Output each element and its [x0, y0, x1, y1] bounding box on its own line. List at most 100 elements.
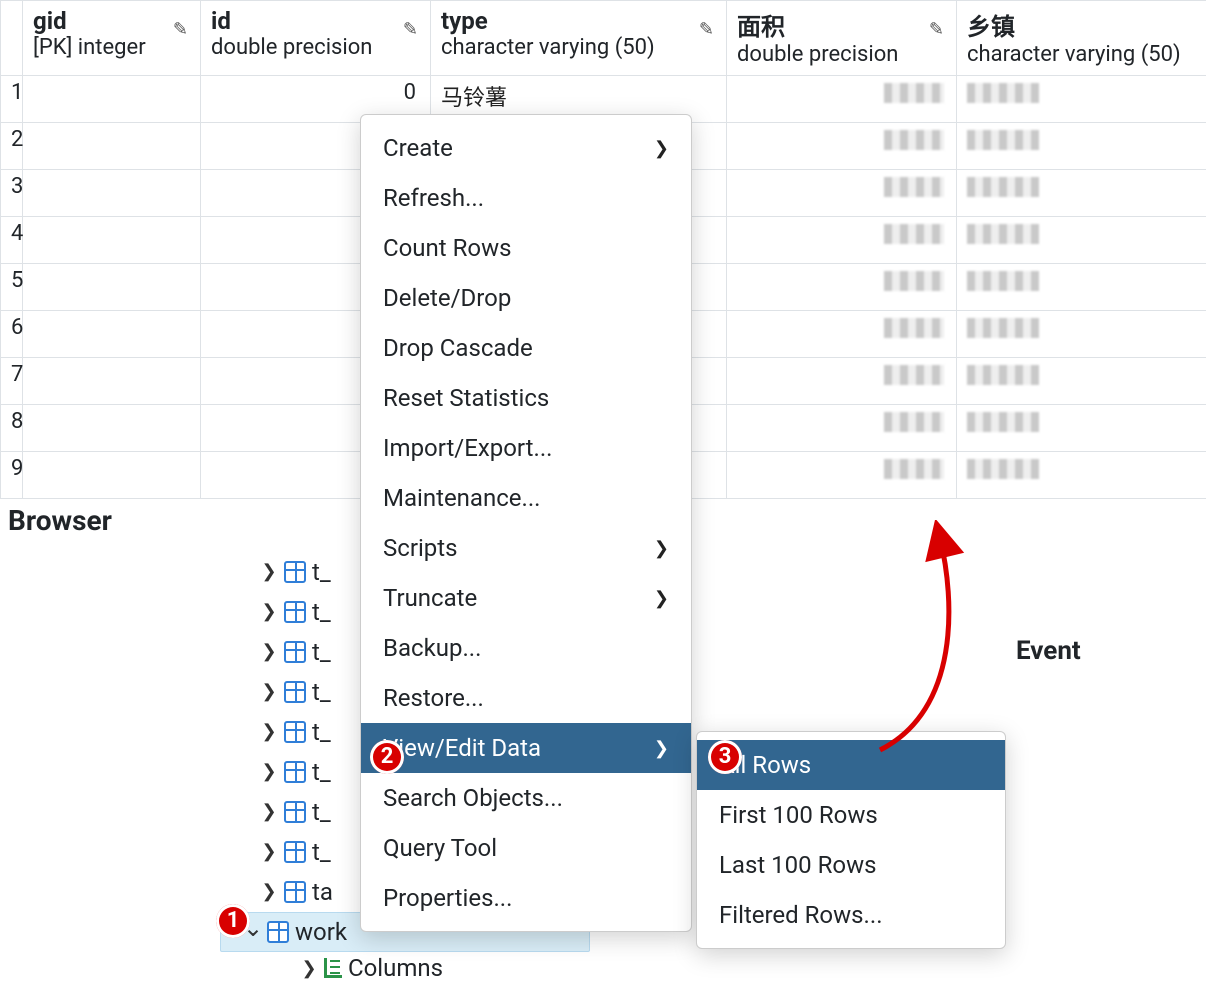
tree-item-label: t_ [312, 592, 331, 632]
pencil-icon[interactable]: ✎ [403, 19, 418, 40]
menu-item[interactable]: Backup... [361, 623, 691, 673]
col-type-header[interactable]: type character varying (50) ✎ [431, 1, 727, 76]
town-cell[interactable] [957, 264, 1206, 311]
town-cell[interactable] [957, 452, 1206, 499]
gid-cell[interactable] [23, 76, 201, 123]
menu-item[interactable]: First 100 Rows [697, 790, 1005, 840]
col-type-title: type [441, 7, 716, 35]
menu-item[interactable]: Reset Statistics [361, 373, 691, 423]
gid-cell[interactable] [23, 264, 201, 311]
context-submenu: All RowsFirst 100 RowsLast 100 RowsFilte… [696, 731, 1006, 949]
rownum-cell: 8 [1, 405, 23, 452]
tree-item[interactable]: t_ [260, 792, 333, 832]
gid-cell[interactable] [23, 452, 201, 499]
event-label: Event [1016, 636, 1081, 666]
chevron-right-icon[interactable] [260, 552, 278, 592]
menu-item-label: Create [383, 134, 453, 162]
blurred-value [884, 456, 944, 481]
tree-item[interactable]: t_ [260, 592, 333, 632]
menu-item[interactable]: Search Objects... [361, 773, 691, 823]
chevron-right-icon[interactable] [260, 872, 278, 912]
gid-cell[interactable] [23, 217, 201, 264]
town-cell[interactable] [957, 311, 1206, 358]
pencil-icon[interactable]: ✎ [699, 19, 714, 40]
tree-item-label: t_ [312, 752, 331, 792]
menu-item[interactable]: Refresh... [361, 173, 691, 223]
town-cell[interactable] [957, 405, 1206, 452]
town-cell[interactable] [957, 123, 1206, 170]
menu-item[interactable]: View/Edit Data❯ [361, 723, 691, 773]
chevron-right-icon[interactable] [260, 752, 278, 792]
tree-item[interactable]: t_ [260, 832, 333, 872]
area-cell[interactable] [727, 170, 957, 217]
menu-item-label: Properties... [383, 884, 512, 912]
gid-cell[interactable] [23, 311, 201, 358]
tree-item[interactable]: t_ [260, 552, 333, 592]
blurred-value [884, 80, 944, 105]
table-icon [284, 841, 306, 863]
col-id-header[interactable]: id double precision ✎ [201, 1, 431, 76]
town-cell[interactable] [957, 217, 1206, 264]
menu-item-label: Backup... [383, 634, 481, 662]
menu-item[interactable]: All Rows [697, 740, 1005, 790]
tree-item[interactable]: t_ [260, 712, 333, 752]
chevron-right-icon[interactable] [260, 672, 278, 712]
col-gid-header[interactable]: gid [PK] integer ✎ [23, 1, 201, 76]
menu-item[interactable]: Drop Cascade [361, 323, 691, 373]
col-id-title: id [211, 7, 420, 35]
town-cell[interactable] [957, 170, 1206, 217]
area-cell[interactable] [727, 123, 957, 170]
area-cell[interactable] [727, 76, 957, 123]
gid-cell[interactable] [23, 123, 201, 170]
menu-item[interactable]: Count Rows [361, 223, 691, 273]
menu-item[interactable]: Maintenance... [361, 473, 691, 523]
gid-cell[interactable] [23, 358, 201, 405]
col-town-header[interactable]: 乡镇 character varying (50) [957, 1, 1206, 76]
chevron-right-icon[interactable] [260, 712, 278, 752]
pencil-icon[interactable]: ✎ [173, 19, 188, 40]
menu-item[interactable]: Filtered Rows... [697, 890, 1005, 940]
col-area-header[interactable]: 面积 double precision ✎ [727, 1, 957, 76]
menu-item[interactable]: Scripts❯ [361, 523, 691, 573]
area-cell[interactable] [727, 405, 957, 452]
rownum-cell: 7 [1, 358, 23, 405]
menu-item-label: Delete/Drop [383, 284, 511, 312]
col-gid-sub: [PK] integer [33, 35, 146, 60]
area-cell[interactable] [727, 358, 957, 405]
town-cell[interactable] [957, 358, 1206, 405]
tree-item[interactable]: ta [260, 872, 333, 912]
tree-item[interactable]: t_ [260, 752, 333, 792]
chevron-right-icon[interactable] [260, 632, 278, 672]
tree-item[interactable]: t_ [260, 632, 333, 672]
menu-item[interactable]: Query Tool [361, 823, 691, 873]
gid-cell[interactable] [23, 405, 201, 452]
table-icon [284, 601, 306, 623]
menu-item[interactable]: Last 100 Rows [697, 840, 1005, 890]
chevron-right-icon[interactable] [260, 832, 278, 872]
area-cell[interactable] [727, 217, 957, 264]
area-cell[interactable] [727, 311, 957, 358]
annotation-3: 3 [708, 740, 742, 774]
menu-item[interactable]: Delete/Drop [361, 273, 691, 323]
chevron-right-icon[interactable] [260, 592, 278, 632]
menu-item[interactable]: Restore... [361, 673, 691, 723]
town-cell[interactable] [957, 76, 1206, 123]
chevron-right-icon[interactable] [260, 792, 278, 832]
gid-cell[interactable] [23, 170, 201, 217]
area-cell[interactable] [727, 452, 957, 499]
tree-child-columns[interactable]: Columns [300, 954, 443, 982]
chevron-right-icon[interactable] [300, 958, 318, 979]
menu-item[interactable]: Create ❯ [361, 123, 691, 173]
rownum-cell: 3 [1, 170, 23, 217]
pencil-icon[interactable]: ✎ [929, 19, 944, 40]
tree-item[interactable]: t_ [260, 672, 333, 712]
menu-item[interactable]: Truncate❯ [361, 573, 691, 623]
rownum-cell: 4 [1, 217, 23, 264]
menu-item[interactable]: Import/Export... [361, 423, 691, 473]
menu-item[interactable]: Properties... [361, 873, 691, 923]
chevron-right-icon: ❯ [654, 138, 669, 159]
tree-child-label: Columns [348, 954, 443, 982]
area-cell[interactable] [727, 264, 957, 311]
col-id-sub: double precision [211, 35, 372, 60]
blurred-value [967, 221, 1039, 246]
